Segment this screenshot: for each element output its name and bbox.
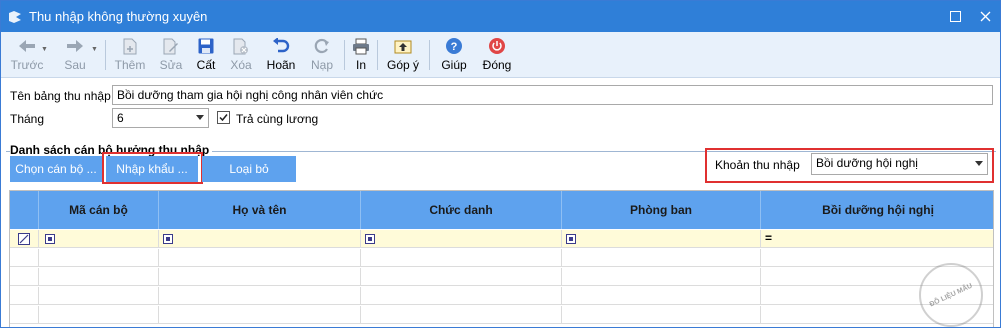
- chevron-down-icon: [196, 115, 204, 120]
- filter-operator-icon[interactable]: [45, 234, 55, 244]
- filter-row: =: [10, 230, 993, 248]
- window-title: Thu nhập không thường xuyên: [29, 9, 208, 24]
- refresh-icon: [313, 35, 331, 57]
- income-table-name-input[interactable]: Bồi dưỡng tham gia hội nghị công nhân vi…: [112, 85, 993, 105]
- row-selector-header: [10, 191, 39, 229]
- svg-text:?: ?: [451, 41, 458, 53]
- delete-document-icon: [233, 35, 249, 57]
- income-table-name-label: Tên bảng thu nhập: [10, 89, 111, 103]
- close-button[interactable]: Đóng: [479, 35, 515, 75]
- pay-with-salary-label: Trả cùng lương: [236, 112, 319, 126]
- forward-button[interactable]: Sau: [59, 35, 91, 75]
- staff-grid: Mã cán bộ Họ và tên Chức danh Phòng ban …: [9, 190, 994, 327]
- filter-cell-conference-allowance[interactable]: =: [761, 230, 993, 248]
- income-item-label: Khoản thu nhập: [715, 158, 800, 172]
- import-highlight-box: [102, 152, 203, 184]
- app-window: Thu nhập không thường xuyên Trước ▼ Sau …: [0, 0, 1001, 328]
- remove-button[interactable]: Loại bỏ: [202, 156, 296, 182]
- table-row[interactable]: [10, 268, 993, 286]
- pay-with-salary-checkbox[interactable]: [217, 111, 230, 124]
- undo-button[interactable]: Hoãn: [264, 35, 298, 75]
- power-icon: [488, 35, 506, 57]
- toolbar: Trước ▼ Sau ▼ Thêm Sửa Cất Xóa Hoãn Nạp …: [1, 32, 1000, 78]
- back-button[interactable]: Trước: [9, 35, 45, 75]
- checkmark-icon: [219, 114, 228, 122]
- undo-arrow-icon: [272, 35, 290, 57]
- app-icon: [7, 9, 23, 25]
- reload-button[interactable]: Nạp: [308, 35, 336, 75]
- filter-cell-department[interactable]: [562, 230, 761, 248]
- toolbar-separator: [344, 40, 345, 70]
- help-circle-icon: ?: [445, 35, 463, 57]
- column-header-conference-allowance[interactable]: Bồi dưỡng hội nghị: [761, 191, 993, 229]
- maximize-icon: [949, 11, 961, 22]
- choose-staff-button[interactable]: Chọn cán bộ ...: [10, 156, 102, 182]
- printer-icon: [352, 35, 370, 57]
- maximize-button[interactable]: [940, 1, 970, 32]
- table-row[interactable]: [10, 249, 993, 267]
- forward-dropdown-icon[interactable]: ▼: [91, 46, 98, 53]
- toolbar-separator: [429, 40, 430, 70]
- filter-equals-operator[interactable]: =: [765, 231, 772, 245]
- feedback-button[interactable]: Góp ý: [385, 35, 421, 75]
- month-label: Tháng: [10, 112, 45, 126]
- edit-document-icon: [163, 35, 179, 57]
- arrow-right-icon: [66, 35, 84, 57]
- column-header-department[interactable]: Phòng ban: [562, 191, 761, 229]
- watermark-stamp: ĐỖ LIỆU MẪU: [919, 263, 983, 327]
- month-select[interactable]: 6: [112, 108, 209, 128]
- column-header-staff-code[interactable]: Mã cán bộ: [39, 191, 159, 229]
- back-dropdown-icon[interactable]: ▼: [41, 46, 48, 53]
- title-bar: Thu nhập không thường xuyên: [1, 1, 1000, 32]
- new-document-icon: [123, 35, 137, 57]
- edit-button[interactable]: Sửa: [156, 35, 186, 75]
- table-row[interactable]: [10, 287, 993, 305]
- chevron-down-icon: [975, 161, 983, 166]
- print-button[interactable]: In: [350, 35, 372, 75]
- arrow-left-icon: [18, 35, 36, 57]
- filter-cell-title[interactable]: [361, 230, 562, 248]
- income-item-select[interactable]: Bồi dưỡng hội nghị: [811, 153, 988, 175]
- delete-button[interactable]: Xóa: [227, 35, 255, 75]
- watermark-text: ĐỖ LIỆU MẪU: [928, 282, 974, 308]
- filter-edit-icon: [18, 233, 30, 245]
- feedback-upload-icon: [394, 35, 412, 57]
- row-selector-cell[interactable]: [10, 230, 39, 248]
- toolbar-separator: [105, 40, 106, 70]
- floppy-disk-icon: [198, 35, 214, 57]
- save-button[interactable]: Cất: [194, 35, 218, 75]
- grid-header: Mã cán bộ Họ và tên Chức danh Phòng ban …: [10, 191, 993, 229]
- column-header-full-name[interactable]: Họ và tên: [159, 191, 361, 229]
- filter-cell-staff-code[interactable]: [39, 230, 159, 248]
- toolbar-separator: [377, 40, 378, 70]
- filter-cell-full-name[interactable]: [159, 230, 361, 248]
- column-header-title[interactable]: Chức danh: [361, 191, 562, 229]
- add-button[interactable]: Thêm: [113, 35, 147, 75]
- filter-operator-icon[interactable]: [365, 234, 375, 244]
- close-icon: [980, 11, 990, 22]
- table-row[interactable]: [10, 306, 993, 324]
- filter-operator-icon[interactable]: [566, 234, 576, 244]
- close-window-button[interactable]: [970, 1, 1000, 32]
- filter-operator-icon[interactable]: [163, 234, 173, 244]
- help-button[interactable]: ? Giúp: [439, 35, 469, 75]
